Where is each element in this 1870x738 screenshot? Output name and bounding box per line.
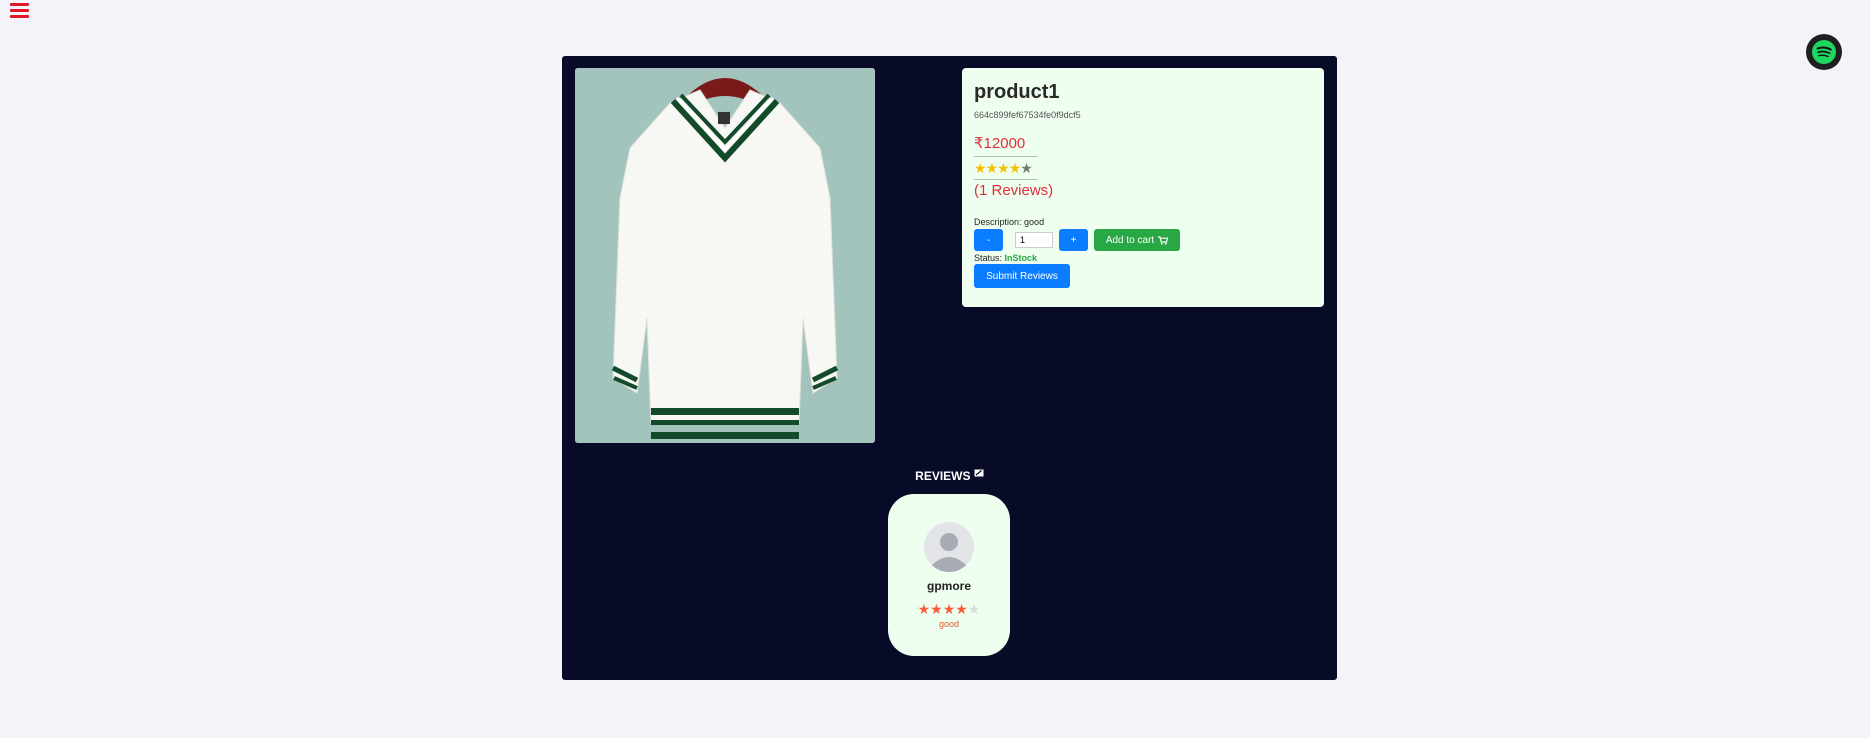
spotify-logo: [1812, 40, 1836, 64]
star-icon: ★: [974, 160, 987, 176]
star-empty-icon: ★: [967, 601, 981, 617]
sweater-image: [575, 68, 875, 443]
hamburger-bar: [10, 15, 29, 18]
hamburger-menu-icon[interactable]: [10, 0, 30, 18]
reviewer-name: gpmore: [926, 579, 971, 593]
quantity-input[interactable]: [1015, 232, 1053, 248]
shopping-cart-icon: [1158, 235, 1169, 245]
star-icon: ★: [955, 601, 968, 617]
product-info-panel: product1 664c899fef67534fe0f9dcf5 ₹12000…: [962, 68, 1324, 307]
hamburger-bar: [10, 9, 29, 12]
review-icon: [974, 469, 984, 477]
user-avatar-svg: [924, 522, 974, 572]
product-title: product1: [974, 81, 1060, 103]
description-value: good: [1024, 217, 1045, 227]
review-comment: good: [938, 619, 960, 629]
product-description: Description: good: [974, 217, 1312, 227]
product-rating: ★★★★★: [974, 160, 1038, 180]
star-icon: ★: [930, 601, 943, 617]
decrement-button[interactable]: -: [974, 229, 1003, 251]
product-id: 664c899fef67534fe0f9dcf5: [974, 110, 1081, 120]
hamburger-bar: [10, 3, 29, 6]
star-icon: ★: [1008, 160, 1022, 176]
star-icon: ★: [942, 601, 956, 617]
review-card: gpmore ★★★★★ good: [888, 494, 1010, 656]
status-value: InStock: [1004, 253, 1038, 263]
status-label: Status:: [974, 253, 1003, 263]
submit-reviews-button[interactable]: Submit Reviews: [974, 264, 1070, 288]
product-image: [575, 68, 875, 443]
star-empty-icon: ★: [1020, 160, 1033, 176]
stock-status: Status: InStock: [974, 253, 1312, 263]
star-icon: ★: [997, 160, 1010, 176]
reviews-heading: REVIEWS: [562, 469, 1337, 483]
product-card: product1 664c899fef67534fe0f9dcf5 ₹12000…: [562, 56, 1337, 680]
star-icon: ★: [985, 160, 999, 176]
spotify-icon[interactable]: [1806, 34, 1842, 70]
add-to-cart-button[interactable]: Add to cart: [1094, 229, 1180, 251]
product-price: ₹12000: [974, 134, 1038, 157]
description-label: Description:: [974, 217, 1022, 227]
cart-controls: - + Add to cart: [974, 229, 1312, 251]
add-to-cart-label: Add to cart: [1105, 234, 1155, 246]
user-avatar-icon: [924, 522, 974, 572]
review-rating: ★★★★★: [888, 601, 1010, 618]
star-icon: ★: [917, 601, 931, 617]
reviews-heading-text: REVIEWS: [915, 469, 971, 483]
reviews-count: (1 Reviews): [974, 182, 1054, 199]
increment-button[interactable]: +: [1059, 229, 1088, 251]
